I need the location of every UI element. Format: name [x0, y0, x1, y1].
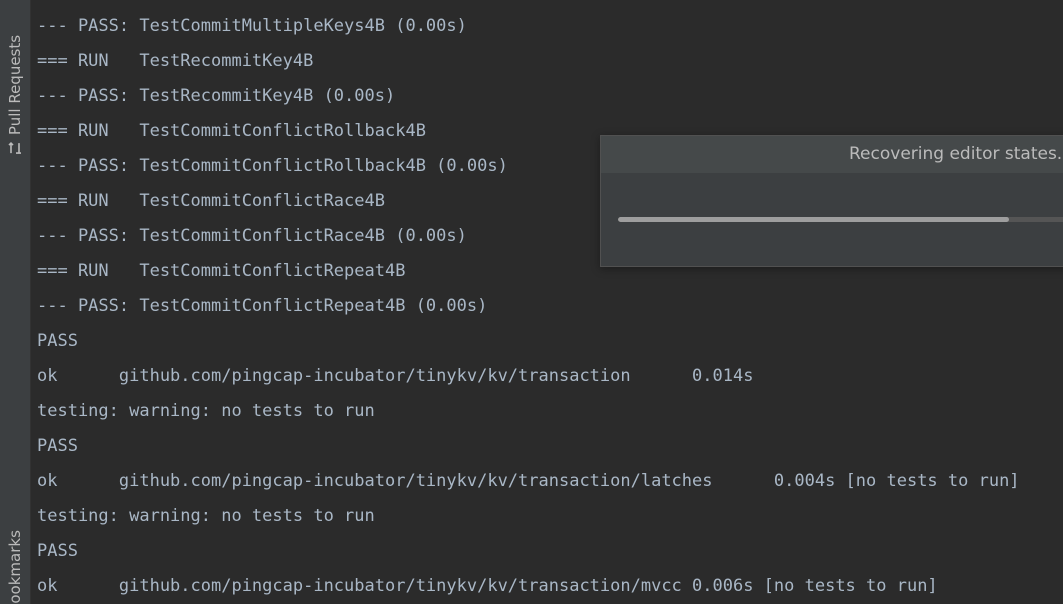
console-line: ok github.com/pingcap-incubator/tinykv/k… — [37, 471, 1020, 491]
console-line: --- PASS: TestRecommitKey4B (0.00s) — [37, 86, 396, 106]
console-line: === RUN TestCommitConflictRollback4B — [37, 121, 426, 141]
console-line: testing: warning: no tests to run — [37, 506, 375, 526]
left-tool-strip: Pull Requests Bookmarks — [0, 0, 31, 604]
pull-requests-label: Pull Requests — [6, 34, 24, 136]
console-line: === RUN TestCommitConflictRace4B — [37, 191, 385, 211]
console-line: --- PASS: TestCommitConflictRace4B (0.00… — [37, 226, 467, 246]
bookmarks-label: Bookmarks — [6, 530, 24, 604]
recovering-editor-states-dialog: Recovering editor states... — [600, 135, 1063, 267]
console-line: ok github.com/pingcap-incubator/tinykv/k… — [37, 576, 938, 596]
pull-request-icon — [8, 141, 22, 155]
console-line: --- PASS: TestCommitConflictRollback4B (… — [37, 156, 508, 176]
pull-requests-tab-content: Pull Requests — [6, 35, 24, 155]
progress-bar-fill — [618, 217, 1009, 222]
console-line: testing: warning: no tests to run — [37, 401, 375, 421]
console-line: PASS — [37, 331, 78, 351]
run-console-output[interactable]: --- PASS: TestCommitMultipleKeys4B (0.00… — [31, 0, 1063, 604]
console-line: === RUN TestCommitConflictRepeat4B — [37, 261, 406, 281]
console-line: PASS — [37, 541, 78, 561]
progress-bar — [618, 217, 1063, 222]
pull-requests-tab[interactable]: Pull Requests — [0, 30, 30, 160]
console-line: ok github.com/pingcap-incubator/tinykv/k… — [37, 366, 754, 386]
ide-window: Pull Requests Bookmarks --- PASS: TestCo… — [0, 0, 1063, 604]
console-line: --- PASS: TestCommitConflictRepeat4B (0.… — [37, 296, 488, 316]
console-line: === RUN TestRecommitKey4B — [37, 51, 314, 71]
dialog-header[interactable]: Recovering editor states... — [601, 136, 1063, 173]
console-line: PASS — [37, 436, 78, 456]
console-line: --- PASS: TestCommitMultipleKeys4B (0.00… — [37, 16, 467, 36]
bookmarks-tab[interactable]: Bookmarks — [0, 520, 30, 604]
dialog-title: Recovering editor states... — [849, 144, 1063, 164]
